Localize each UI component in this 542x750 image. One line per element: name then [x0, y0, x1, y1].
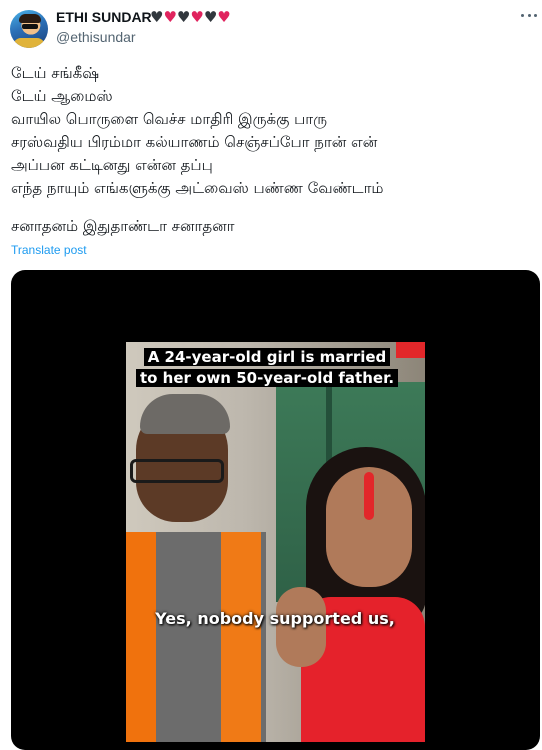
- video-subtitle: Yes, nobody supported us,: [155, 609, 395, 628]
- tweet-line: எந்த நாயும் எங்களுக்கு அட்வைஸ் பண்ண வேண்…: [11, 179, 384, 197]
- avatar-glasses: [22, 24, 38, 29]
- video-caption-line: to her own 50-year-old father.: [135, 369, 399, 387]
- tweet-line: வாயில பொருளை வெச்ச மாதிரி இருக்கு பாரு: [11, 110, 328, 128]
- black-heart-icon: ♥: [203, 8, 218, 26]
- translate-post-link[interactable]: Translate post: [11, 243, 87, 257]
- tweet-line: சரஸ்வதிய பிரம்மா கல்யாணம் செஞ்சப்போ நான்…: [11, 133, 378, 151]
- red-heart-icon: ♥: [190, 8, 204, 26]
- video-caption: A 24-year-old girl is married to her own…: [131, 347, 403, 389]
- video-player[interactable]: [11, 270, 540, 750]
- author-handle[interactable]: @ethisundar: [56, 29, 136, 45]
- author-name[interactable]: ETHI SUNDAR: [56, 9, 152, 25]
- avatar-hair: [19, 14, 41, 23]
- tweet-line: சனாதனம் இதுதாண்டா சனாதனா: [11, 217, 235, 235]
- name-emoji-hearts: ♥♥♥♥♥♥: [150, 8, 231, 26]
- video-frame: [126, 342, 425, 742]
- black-heart-icon: ♥: [176, 8, 191, 26]
- red-heart-icon: ♥: [163, 8, 177, 26]
- black-heart-icon: ♥: [150, 8, 164, 26]
- avatar-shirt: [13, 38, 45, 48]
- avatar[interactable]: [10, 10, 48, 48]
- video-caption-line: A 24-year-old girl is married: [143, 348, 391, 366]
- tweet-line: டேய் சங்கீஷ்: [11, 64, 100, 82]
- red-heart-icon: ♥: [217, 8, 231, 26]
- tweet-text: டேய் சங்கீஷ் டேய் ஆமைஸ் வாயில பொருளை வெச…: [11, 62, 531, 238]
- tweet-line: டேய் ஆமைஸ்: [11, 87, 113, 105]
- tweet-line: அப்பன கட்டினது என்ன தப்பு: [11, 156, 213, 174]
- more-horizontal-icon[interactable]: [521, 12, 537, 18]
